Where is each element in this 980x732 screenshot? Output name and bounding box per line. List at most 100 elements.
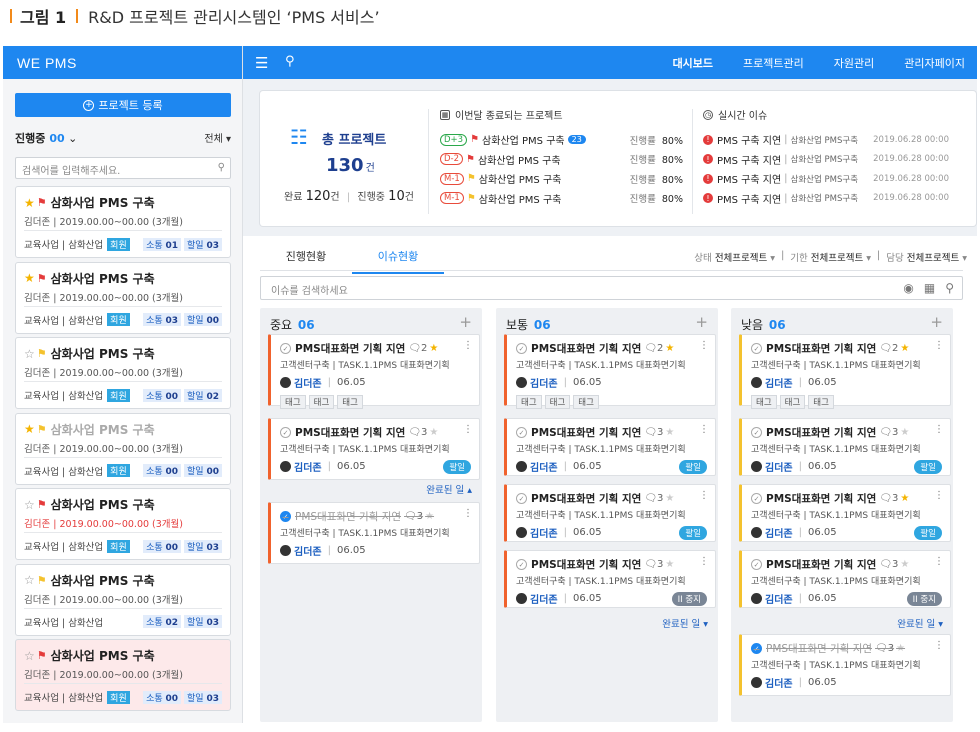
star-icon[interactable]: ★ bbox=[425, 511, 434, 522]
ending-project-row[interactable]: D+3 ⚑ 삼화산업 PMS 구축 23 진행률 80% bbox=[440, 130, 683, 150]
add-issue-icon[interactable]: + bbox=[695, 313, 708, 331]
tag[interactable]: 태그 bbox=[280, 395, 306, 409]
tag[interactable]: 태그 bbox=[516, 395, 542, 409]
calendar-icon[interactable]: ▦ bbox=[924, 281, 935, 295]
check-icon[interactable]: ✓ bbox=[516, 559, 527, 570]
more-icon[interactable]: ⋮ bbox=[699, 424, 709, 435]
menu-icon[interactable]: ☰ bbox=[255, 54, 268, 72]
nav-resource-management[interactable]: 자원관리 bbox=[834, 55, 874, 71]
tag[interactable]: 태그 bbox=[751, 395, 777, 409]
more-icon[interactable]: ⋮ bbox=[934, 640, 944, 651]
tag[interactable]: 태그 bbox=[808, 395, 834, 409]
star-icon[interactable]: ★ bbox=[900, 493, 909, 504]
more-icon[interactable]: ⋮ bbox=[934, 490, 944, 501]
issue-card[interactable]: ✓ PMS대표화면 기획 지연 🗨3 ★ ⋮ 고객센터구축 | TASK.1.1PMS… bbox=[739, 634, 951, 696]
add-issue-icon[interactable]: + bbox=[459, 313, 472, 331]
project-card[interactable]: ☆ ⚑ 삼화사업 PMS 구축 김더존 | 2019.00.00~00.00 (3개… bbox=[15, 337, 231, 409]
star-icon[interactable]: ★ bbox=[665, 559, 674, 570]
check-icon[interactable]: ✓ bbox=[751, 343, 762, 354]
more-icon[interactable]: ⋮ bbox=[463, 340, 473, 351]
star-icon[interactable]: ★ bbox=[896, 643, 905, 654]
completed-toggle[interactable]: 완료된 일 ▾ bbox=[897, 616, 943, 630]
completed-toggle[interactable]: 완료된 일 ▴ bbox=[426, 482, 472, 496]
period-filter[interactable]: 기한 전체프로젝트 ▾ bbox=[790, 250, 871, 264]
check-icon[interactable]: ✓ bbox=[751, 427, 762, 438]
logo[interactable]: WE PMS bbox=[3, 46, 242, 79]
star-icon[interactable]: ★ bbox=[429, 343, 438, 354]
issue-card[interactable]: ✓ PMS대표화면 기획 지연 🗨3 ★ ⋮ 고객센터구축 | TASK.1.1PMS… bbox=[268, 418, 480, 480]
star-icon[interactable]: ★ bbox=[24, 271, 35, 285]
check-icon[interactable]: ✓ bbox=[516, 343, 527, 354]
issue-card[interactable]: ✓ PMS대표화면 기획 지연 🗨3 ★ ⋮ 고객센터구축 | TASK.1.1PMS… bbox=[504, 418, 716, 476]
project-card[interactable]: ★ ⚑ 삼화사업 PMS 구축 김더존 | 2019.00.00~00.00 (3개… bbox=[15, 412, 231, 485]
star-icon[interactable]: ★ bbox=[24, 422, 35, 436]
more-icon[interactable]: ⋮ bbox=[699, 490, 709, 501]
issue-card[interactable]: ✓ PMS대표화면 기획 지연 🗨3 ★ ⋮ 고객센터구축 | TASK.1.1PMS… bbox=[504, 550, 716, 608]
tag[interactable]: 태그 bbox=[337, 395, 363, 409]
project-card[interactable]: ☆ ⚑ 삼화사업 PMS 구축 김더존 | 2019.00.00~00.00 (3개… bbox=[15, 639, 231, 711]
more-icon[interactable]: ⋮ bbox=[934, 340, 944, 351]
star-icon[interactable]: ★ bbox=[429, 427, 438, 438]
search-icon[interactable]: ⚲ bbox=[285, 54, 295, 69]
register-project-button[interactable]: + 프로젝트 등록 bbox=[15, 93, 231, 117]
more-icon[interactable]: ⋮ bbox=[463, 424, 473, 435]
star-icon[interactable]: ★ bbox=[900, 559, 909, 570]
project-card[interactable]: ★ ⚑ 삼화사업 PMS 구축 김더존 | 2019.00.00~00.00 (3개… bbox=[15, 186, 231, 258]
issue-search-input[interactable]: 이슈를 검색하세요 ◉ ▦ ⚲ bbox=[260, 276, 963, 300]
check-icon[interactable]: ✓ bbox=[280, 511, 291, 522]
owner-filter[interactable]: 담당 전체프로젝트 ▾ bbox=[886, 250, 967, 264]
search-icon[interactable]: ⚲ bbox=[945, 281, 954, 295]
star-icon[interactable]: ☆ bbox=[24, 649, 35, 663]
nav-admin-page[interactable]: 관리자페이지 bbox=[904, 55, 965, 71]
issue-card[interactable]: ✓ PMS대표화면 기획 지연 🗨3 ★ ⋮ 고객센터구축 | TASK.1.1PMS… bbox=[268, 502, 480, 564]
star-icon[interactable]: ★ bbox=[900, 427, 909, 438]
star-icon[interactable]: ★ bbox=[24, 196, 35, 210]
star-icon[interactable]: ★ bbox=[665, 343, 674, 354]
check-icon[interactable]: ✓ bbox=[280, 427, 291, 438]
issue-card[interactable]: ✓ PMS대표화면 기획 지연 🗨3 ★ ⋮ 고객센터구축 | TASK.1.1PMS… bbox=[739, 484, 951, 542]
check-icon[interactable]: ✓ bbox=[280, 343, 291, 354]
issue-card[interactable]: ✓ PMS대표화면 기획 지연 🗨3 ★ ⋮ 고객센터구축 | TASK.1.1PMS… bbox=[739, 418, 951, 476]
tag[interactable]: 태그 bbox=[779, 395, 806, 409]
more-icon[interactable]: ⋮ bbox=[934, 556, 944, 567]
issue-row[interactable]: ! PMS 구축 지연 | 삼화산업 PMS구축 2019.06.28 00:00 bbox=[703, 130, 949, 150]
project-card[interactable]: ★ ⚑ 삼화사업 PMS 구축 김더존 | 2019.00.00~00.00 (3개… bbox=[15, 261, 231, 334]
more-icon[interactable]: ⋮ bbox=[699, 340, 709, 351]
tag[interactable]: 태그 bbox=[573, 395, 599, 409]
issue-card[interactable]: ✓ PMS대표화면 기획 지연 🗨3 ★ ⋮ 고객센터구축 | TASK.1.1PMS… bbox=[504, 484, 716, 542]
check-icon[interactable]: ✓ bbox=[751, 559, 762, 570]
check-icon[interactable]: ✓ bbox=[516, 427, 527, 438]
project-search-input[interactable]: 검색어를 입력해주세요. ⚲ bbox=[15, 157, 231, 179]
add-issue-icon[interactable]: + bbox=[930, 313, 943, 331]
issue-row[interactable]: ! PMS 구축 지연 | 삼화산업 PMS구축 2019.06.28 00:00 bbox=[703, 169, 949, 189]
issue-row[interactable]: ! PMS 구축 지연 | 삼화산업 PMS구축 2019.06.28 00:00 bbox=[703, 150, 949, 170]
ending-project-row[interactable]: M-1 ⚑ 삼화산업 PMS 구축 진행률 80% bbox=[440, 169, 683, 189]
star-icon[interactable]: ★ bbox=[900, 343, 909, 354]
search-icon[interactable]: ⚲ bbox=[218, 162, 225, 173]
issue-card[interactable]: ✓ PMS대표화면 기획 지연 🗨3 ★ ⋮ 고객센터구축 | TASK.1.1PMS… bbox=[739, 550, 951, 608]
completed-toggle[interactable]: 완료된 일 ▾ bbox=[662, 616, 708, 630]
more-icon[interactable]: ⋮ bbox=[699, 556, 709, 567]
tag[interactable]: 태그 bbox=[544, 395, 571, 409]
star-icon[interactable]: ☆ bbox=[24, 498, 35, 512]
status-filter[interactable]: 상태 전체프로젝트 ▾ bbox=[694, 250, 775, 264]
star-icon[interactable]: ☆ bbox=[24, 573, 35, 587]
nav-project-management[interactable]: 프로젝트관리 bbox=[743, 55, 804, 71]
project-card[interactable]: ☆ ⚑ 삼화사업 PMS 구축 김더존 | 2019.00.00~00.00 (3개… bbox=[15, 488, 231, 560]
more-icon[interactable]: ⋮ bbox=[934, 424, 944, 435]
issue-card[interactable]: ✓ PMS대표화면 기획 지연 🗨2 ★ ⋮ 고객센터구축 | TASK.1.1PMS… bbox=[504, 334, 716, 409]
star-icon[interactable]: ☆ bbox=[24, 347, 35, 361]
more-icon[interactable]: ⋮ bbox=[463, 508, 473, 519]
check-icon[interactable]: ✓ bbox=[516, 493, 527, 504]
tag[interactable]: 태그 bbox=[308, 395, 335, 409]
issue-card[interactable]: ✓ PMS대표화면 기획 지연 🗨2 ★ ⋮ 고객센터구축 | TASK.1.1PMS… bbox=[268, 334, 480, 409]
check-icon[interactable]: ✓ bbox=[751, 643, 762, 654]
ending-project-row[interactable]: D-2 ⚑ 삼화산업 PMS 구축 진행률 80% bbox=[440, 150, 683, 170]
nav-dashboard[interactable]: 대시보드 bbox=[673, 55, 713, 71]
project-card[interactable]: ☆ ⚑ 삼화사업 PMS 구축 김더존 | 2019.00.00~00.00 (3개… bbox=[15, 563, 231, 636]
all-filter[interactable]: 전체 ▾ bbox=[204, 130, 231, 146]
ending-project-row[interactable]: M-1 ⚑ 삼화산업 PMS 구축 진행률 80% bbox=[440, 189, 683, 209]
issue-card[interactable]: ✓ PMS대표화면 기획 지연 🗨2 ★ ⋮ 고객센터구축 | TASK.1.1PMS… bbox=[739, 334, 951, 409]
star-icon[interactable]: ★ bbox=[665, 493, 674, 504]
check-icon[interactable]: ✓ bbox=[751, 493, 762, 504]
